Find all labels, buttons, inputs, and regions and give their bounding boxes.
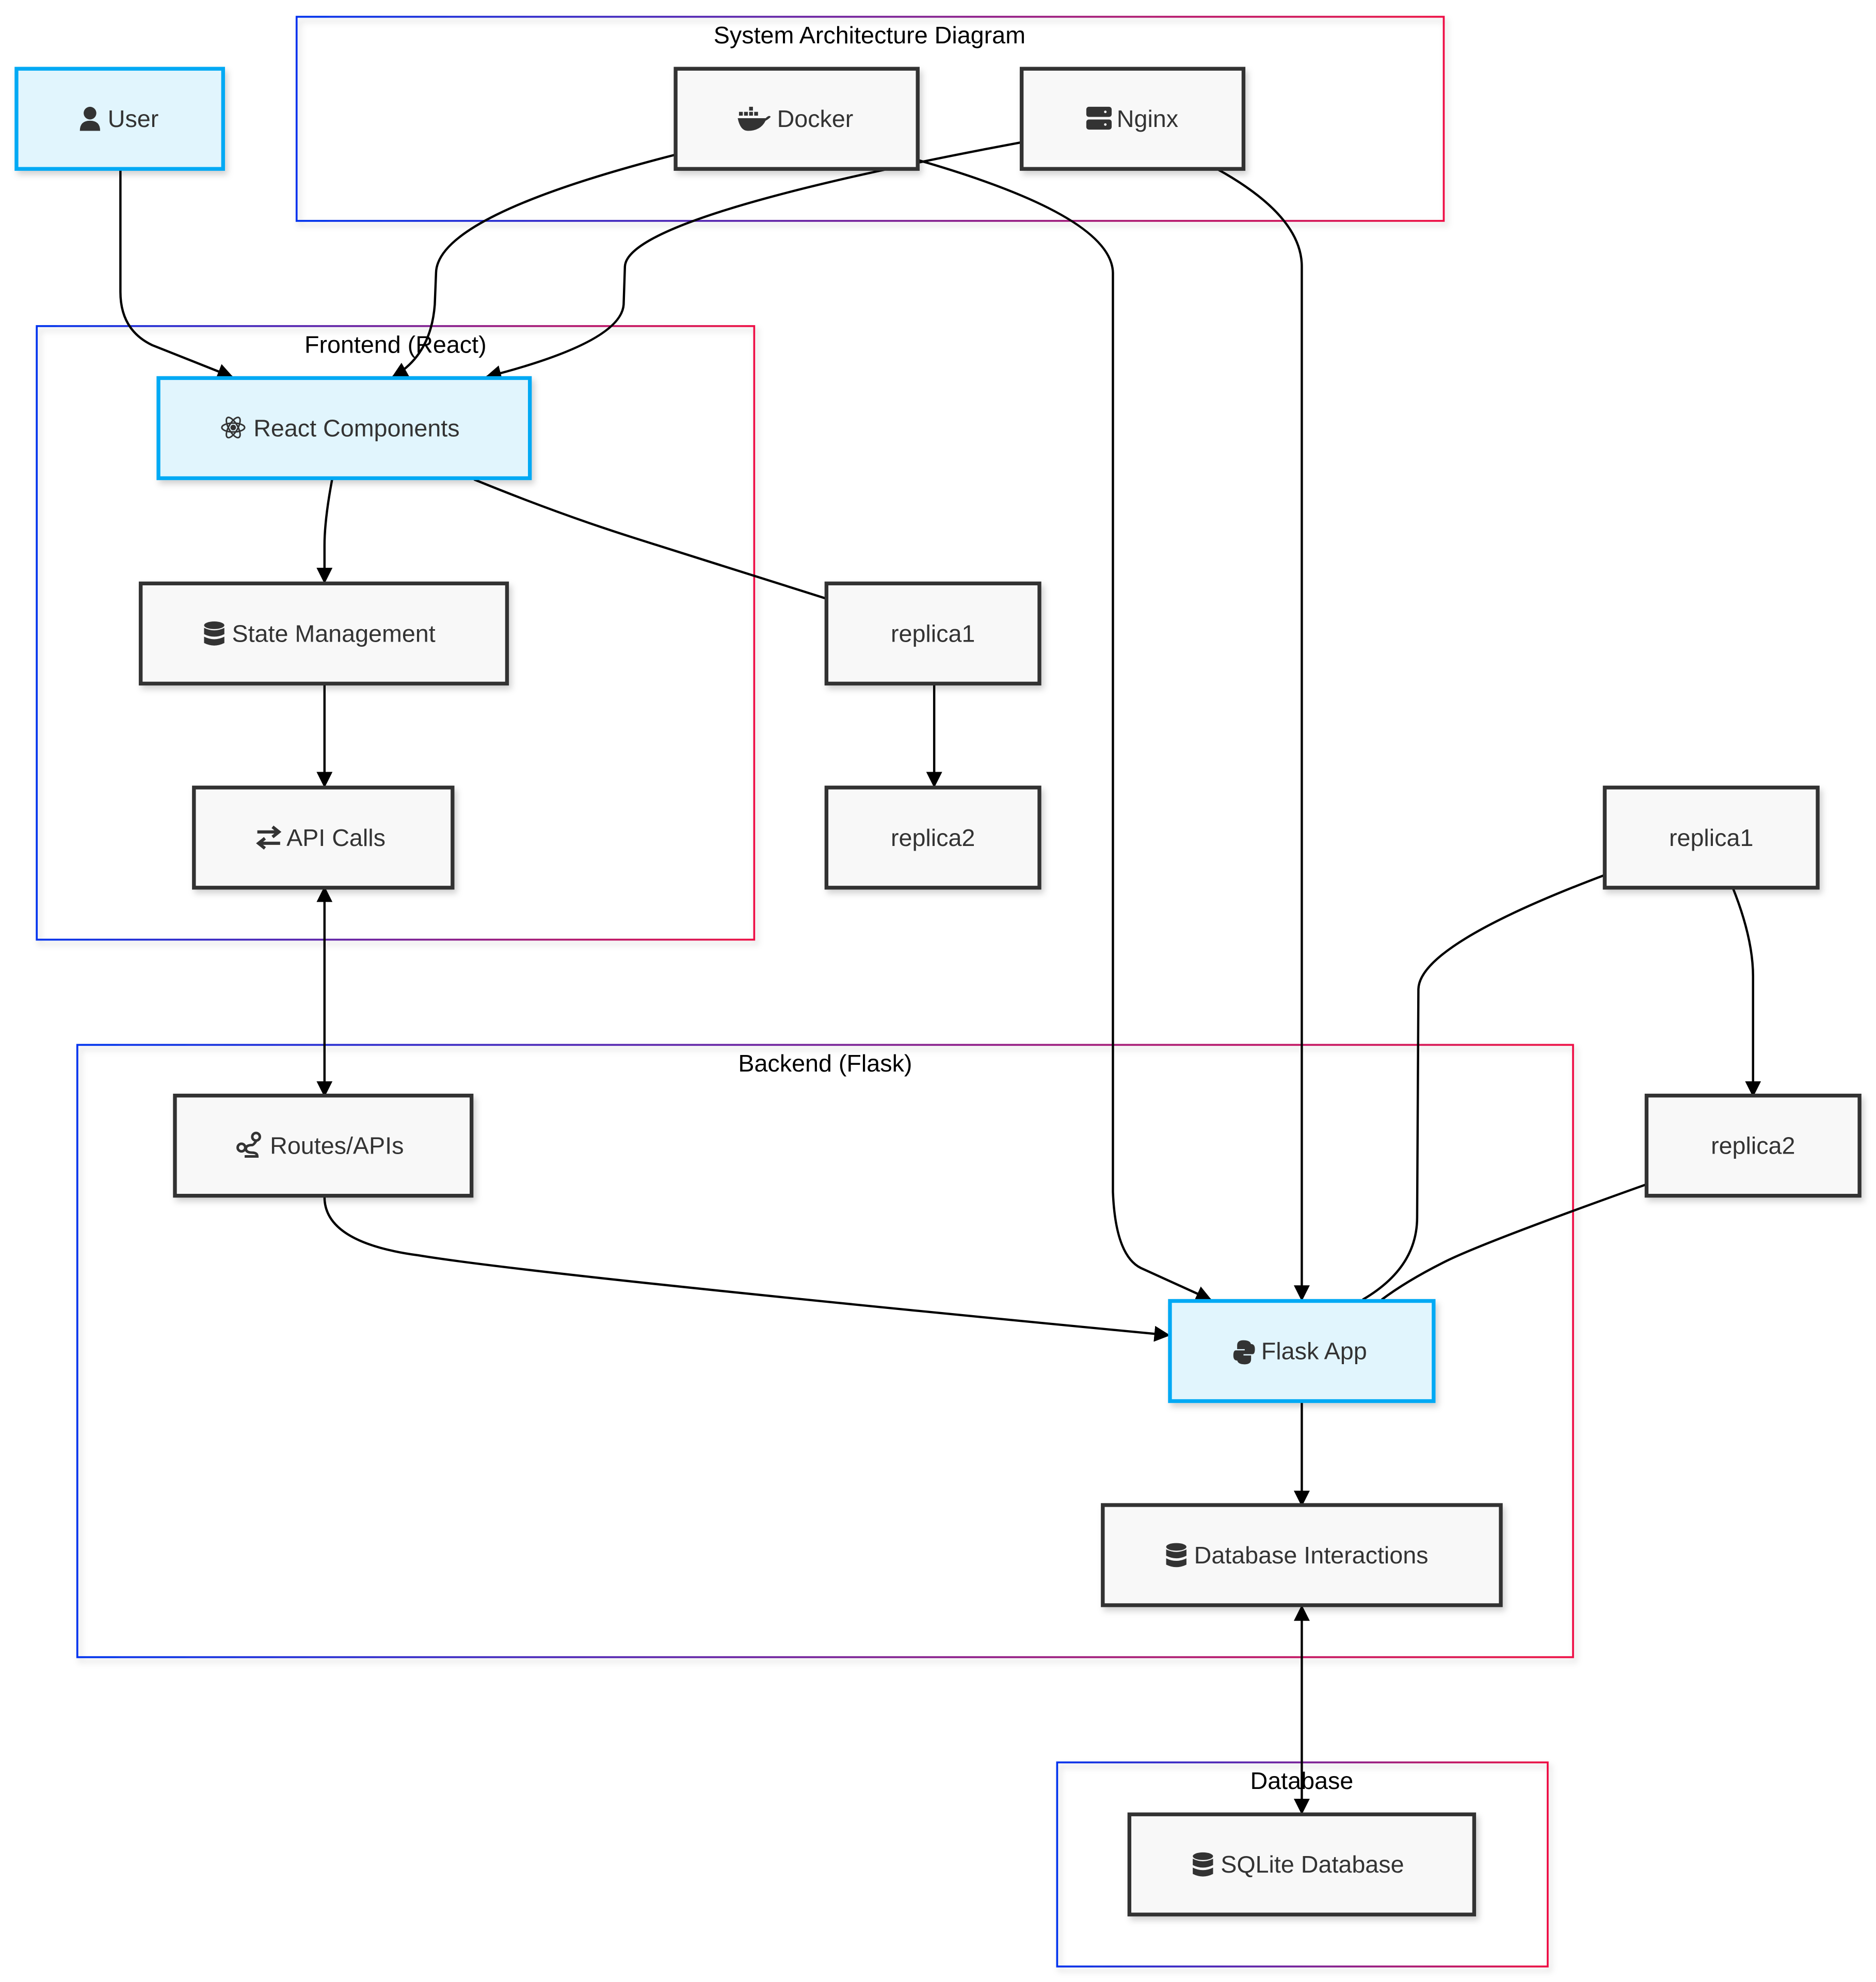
node-routes-apis[interactable]: Routes/APIs (173, 1093, 474, 1198)
node-label: replica1 (891, 620, 975, 647)
edge-routes-flask (323, 1197, 1171, 1342)
node-sqlite-database[interactable]: SQLite Database (1127, 1812, 1477, 1916)
edge-replica2b-flask (1381, 1183, 1647, 1301)
node-api-calls[interactable]: API Calls (192, 786, 455, 890)
node-label: Database Interactions (1194, 1542, 1429, 1569)
node-label: SQLite Database (1221, 1851, 1404, 1878)
node-label: replica2 (1711, 1132, 1795, 1159)
edge-user-react (119, 169, 234, 379)
node-state-management[interactable]: State Management (138, 581, 509, 686)
node-user[interactable]: User (14, 67, 225, 171)
node-label: replica2 (891, 824, 975, 851)
node-replica2[interactable]: replica2 (824, 786, 1041, 890)
node-replica2[interactable]: replica2 (1644, 1093, 1862, 1198)
node-label: User (108, 105, 159, 132)
node-database-interactions[interactable]: Database Interactions (1101, 1503, 1503, 1607)
node-label: State Management (232, 620, 435, 647)
edge-replica1b-flask (1362, 874, 1606, 1301)
node-flask-app[interactable]: Flask App (1168, 1299, 1436, 1403)
node-label: API Calls (286, 824, 386, 851)
edge-react-replica1 (473, 478, 827, 600)
cluster-title: System Architecture Diagram (714, 22, 1025, 49)
node-label: Nginx (1117, 105, 1178, 132)
database-icon (1193, 1852, 1213, 1877)
node-label: Flask App (1261, 1337, 1367, 1364)
database-icon (204, 621, 225, 646)
database-icon (1166, 1543, 1186, 1568)
edge-docker-flask (917, 158, 1212, 1301)
node-label: Routes/APIs (270, 1132, 404, 1159)
node-docker[interactable]: Docker (674, 67, 920, 171)
node-replica1[interactable]: replica1 (1602, 786, 1820, 890)
node-replica1[interactable]: replica1 (824, 581, 1041, 686)
node-label: replica1 (1669, 824, 1753, 851)
node-label: React Components (253, 414, 459, 441)
node-label: Docker (777, 105, 854, 132)
edge-nginx-flask (1216, 168, 1310, 1302)
architecture-diagram: System Architecture Diagram Frontend (Re… (14, 15, 1862, 1968)
node-nginx[interactable]: Nginx (1019, 67, 1246, 171)
cluster-title: Backend (Flask) (738, 1050, 912, 1077)
edge-replica1b-replica2b (1731, 887, 1761, 1097)
cluster-title: Frontend (React) (304, 331, 487, 358)
edge-react-state (316, 479, 333, 584)
node-react-components[interactable]: React Components (156, 376, 532, 481)
